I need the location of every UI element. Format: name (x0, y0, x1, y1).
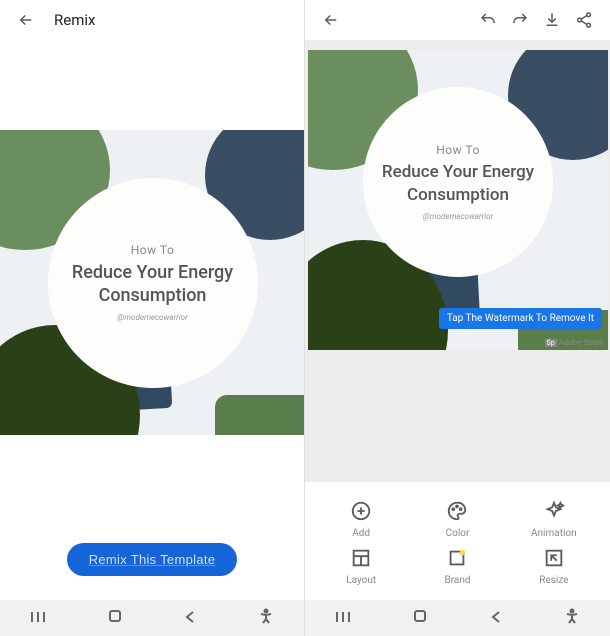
content-circle: How To Reduce Your Energy Consumption @m… (48, 178, 258, 388)
remix-template-button[interactable]: Remix This Template (67, 543, 238, 576)
watermark-label[interactable]: SpAdobe Spark (545, 338, 604, 347)
brand-tool[interactable]: Brand (409, 547, 505, 586)
recent-apps-button[interactable] (335, 609, 351, 628)
tool-label: Layout (346, 575, 376, 586)
plus-circle-icon (350, 500, 372, 522)
tool-label: Add (352, 528, 370, 539)
animation-tool[interactable]: Animation (506, 500, 602, 539)
layout-icon (350, 547, 372, 569)
system-nav-bar (305, 600, 610, 636)
palette-icon (446, 500, 468, 522)
resize-tool[interactable]: Resize (506, 547, 602, 586)
handle-text: @modernecowarrior (117, 313, 187, 322)
template-canvas[interactable]: How To Reduce Your Energy Consumption @m… (308, 50, 608, 350)
color-tool[interactable]: Color (409, 500, 505, 539)
tool-label: Animation (531, 528, 577, 539)
download-button[interactable] (538, 6, 566, 34)
back-nav-button[interactable] (183, 609, 197, 628)
undo-button[interactable] (474, 6, 502, 34)
tool-label: Color (446, 528, 470, 539)
system-nav-bar (0, 600, 304, 636)
redo-button[interactable] (506, 6, 534, 34)
tool-label: Resize (539, 575, 568, 586)
home-button[interactable] (107, 608, 123, 628)
home-button[interactable] (412, 608, 428, 628)
accessibility-button[interactable] (258, 608, 274, 628)
page-title: Remix (54, 11, 95, 29)
eyebrow-text: How To (131, 243, 175, 257)
tool-label: Brand (444, 575, 470, 586)
headline-text: Reduce Your Energy Consumption (48, 261, 258, 308)
template-preview: How To Reduce Your Energy Consumption @m… (0, 130, 304, 435)
back-nav-button[interactable] (489, 609, 503, 628)
accessibility-button[interactable] (564, 608, 580, 628)
eyebrow-text: How To (436, 143, 480, 157)
handle-text: @modernecowarrior (423, 212, 493, 221)
layout-tool[interactable]: Layout (313, 547, 409, 586)
back-button[interactable] (317, 6, 345, 34)
headline-text: Reduce Your Energy Consumption (363, 161, 553, 205)
sp-badge: Sp (545, 339, 557, 347)
back-button[interactable] (12, 6, 40, 34)
brand-icon (446, 547, 468, 569)
decorative-blob (215, 395, 304, 435)
sparkle-icon (543, 500, 565, 522)
add-tool[interactable]: Add (313, 500, 409, 539)
content-circle[interactable]: How To Reduce Your Energy Consumption @m… (363, 87, 553, 277)
share-button[interactable] (570, 6, 598, 34)
resize-icon (543, 547, 565, 569)
recent-apps-button[interactable] (30, 609, 46, 628)
watermark-tooltip[interactable]: Tap The Watermark To Remove It (439, 308, 602, 329)
